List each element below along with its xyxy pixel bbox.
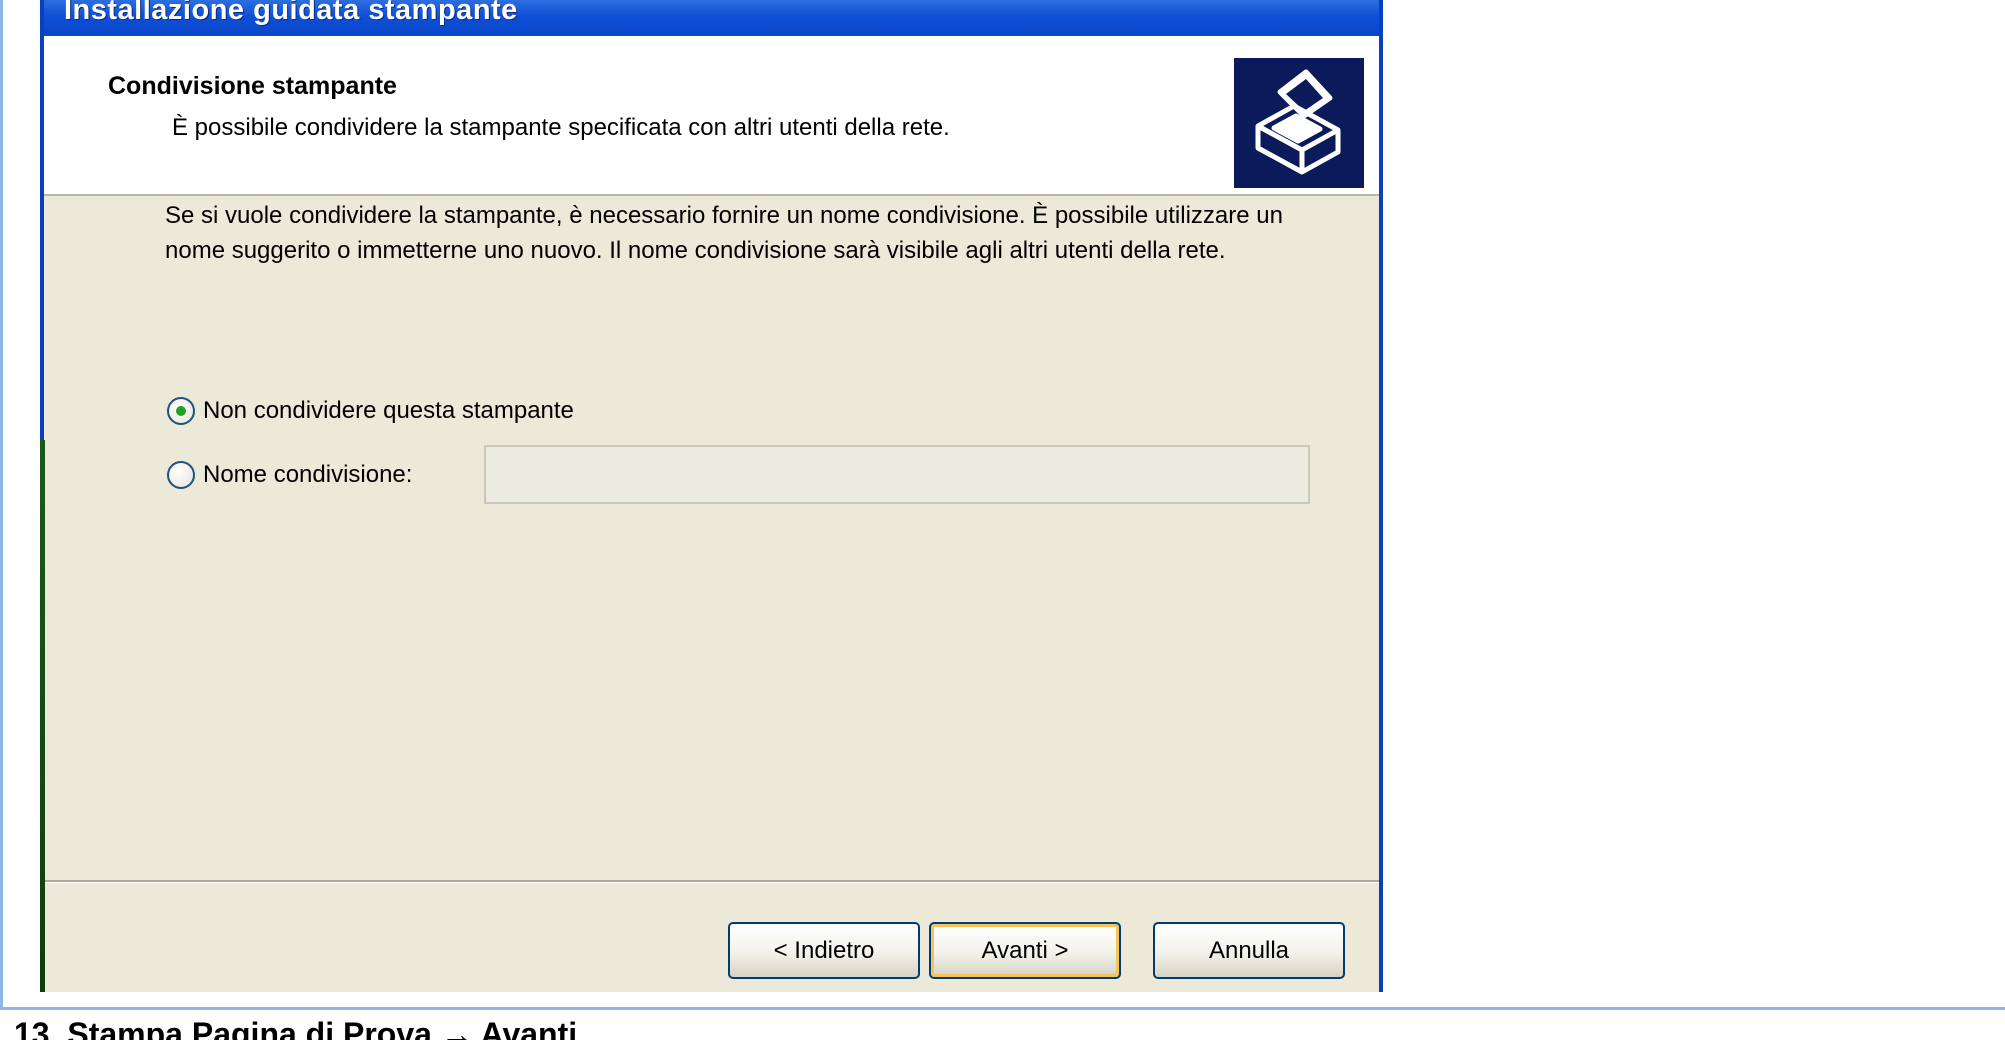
title-bar[interactable]: Installazione guidata stampante — [44, 0, 1379, 36]
page-subtitle: È possibile condividere la stampante spe… — [172, 114, 950, 141]
share-name-radio[interactable] — [167, 461, 195, 489]
next-button[interactable]: Avanti > — [929, 922, 1121, 979]
share-name-option[interactable]: Nome condivisione: — [167, 455, 412, 495]
wizard-header: Condivisione stampante È possibile condi… — [44, 36, 1379, 196]
no-share-radio[interactable] — [167, 397, 195, 425]
cancel-button[interactable]: Annulla — [1153, 922, 1345, 979]
footer-separator — [44, 880, 1379, 883]
back-button[interactable]: < Indietro — [728, 922, 920, 979]
desktop-edge — [40, 440, 45, 992]
no-share-label[interactable]: Non condividere questa stampante — [203, 397, 574, 425]
description-text: Se si vuole condividere la stampante, è … — [165, 202, 1283, 264]
share-name-input[interactable] — [484, 445, 1310, 504]
window-title: Installazione guidata stampante — [64, 0, 518, 26]
step-caption: 13. Stampa Pagina di Prova → Avanti — [14, 1016, 578, 1040]
printer-icon — [1234, 58, 1364, 188]
wizard-dialog: Installazione guidata stampante Condivis… — [40, 0, 1383, 992]
page-title: Condivisione stampante — [108, 72, 397, 100]
section-divider — [0, 1007, 2005, 1010]
share-name-label[interactable]: Nome condivisione: — [203, 461, 412, 489]
no-share-option[interactable]: Non condividere questa stampante — [167, 391, 574, 431]
